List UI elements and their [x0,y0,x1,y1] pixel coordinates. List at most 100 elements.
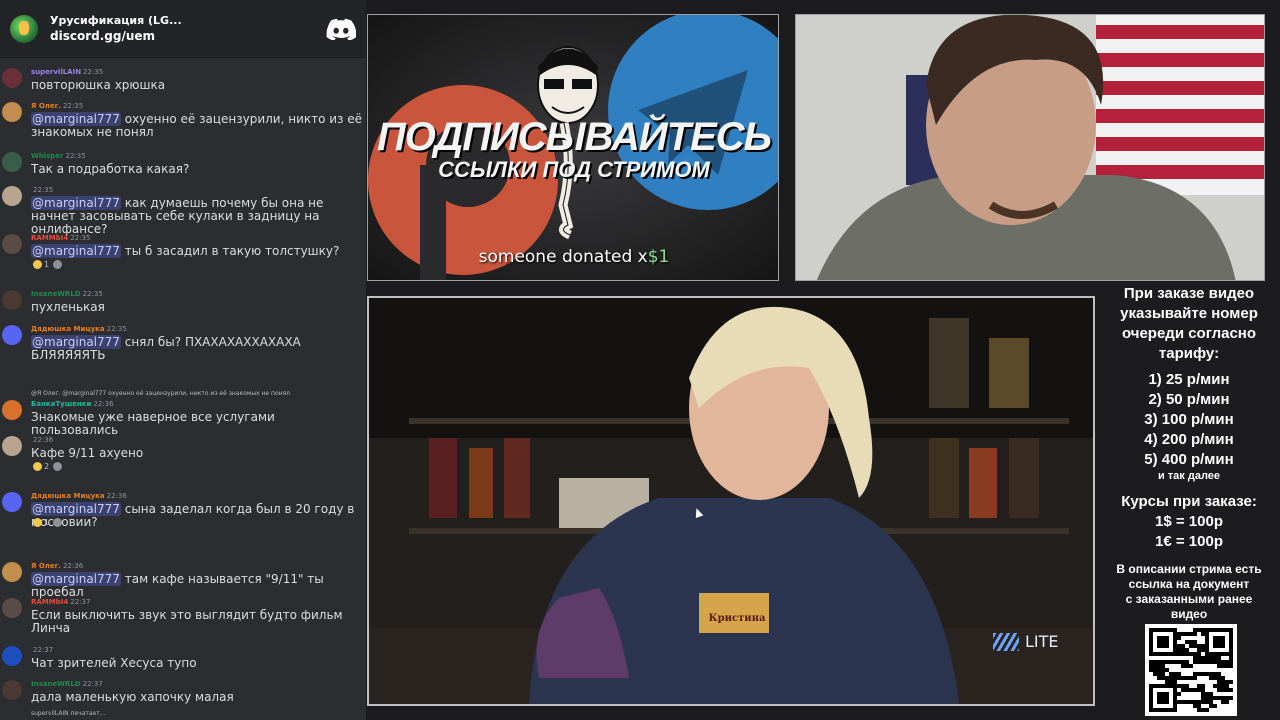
description-note: В описании стрима есть ссылка на докумен… [1100,562,1278,622]
message-body: повторюшка хрюшка [31,78,166,92]
order-intro: При заказе видео указывайте номер очеред… [1100,284,1278,364]
message-meta: 22:37 [31,646,53,655]
username[interactable]: RAMMbI4 [31,598,68,606]
chat-header: Урусификация (LG... discord.gg/uem [0,0,366,58]
username[interactable]: Дядюшка Мицука [31,492,105,500]
user-avatar[interactable] [2,400,22,420]
user-avatar[interactable] [2,598,22,618]
video-watermark: LITE [993,632,1059,651]
rates-title: Курсы при заказе: [1121,493,1257,510]
promo-headline: ПОДПИСЫВАЙТЕСЬ [376,115,772,159]
username[interactable]: Я Олег. [31,562,61,570]
timestamp: 22:37 [82,680,103,688]
qr-module [1229,708,1233,712]
user-avatar[interactable] [2,680,22,700]
note-line: ссылка на документ [1128,577,1250,591]
name-badge-text: Кристина [708,613,766,624]
reactions: 1 [33,260,63,269]
user-avatar[interactable] [2,186,22,206]
user-avatar[interactable] [2,152,22,172]
message-body: Если выключить звук это выглядит будто ф… [31,608,343,635]
tariff-item: 2) 50 р/мин [1148,391,1230,408]
reaction-chip[interactable] [53,462,63,471]
message-meta: RAMMbI4 22:37 [31,598,90,607]
promo-panel: ПОДПИСЫВАЙТЕСЬ ССЫЛКИ ПОД СТРИМОМ someon… [367,14,779,281]
message-body: Кафе 9/11 ахуено [31,446,144,460]
server-name: Урусификация (LG... [50,14,182,27]
message-meta: RAMMbI4 22:35 [31,234,90,243]
message-text: @marginal777 там кафе называется "9/11" … [31,572,363,599]
username[interactable]: Дядюшка Мицука [31,325,105,333]
tariff-item: 3) 100 р/мин [1144,411,1234,428]
qr-code[interactable] [1145,624,1237,716]
user-avatar[interactable] [2,325,22,345]
user-avatar[interactable] [2,492,22,512]
username[interactable]: Я Олег. [31,102,61,110]
username[interactable]: InsaneWRLD [31,290,81,298]
discord-logo-icon [326,18,357,41]
rate-item: 1€ = 100р [1155,533,1223,550]
user-avatar[interactable] [2,646,22,666]
timestamp: 22:36 [106,492,127,500]
message-meta: Whisper 22:35 [31,152,86,161]
message-text: @marginal777 сына заделал когда был в 20… [31,502,363,529]
discord-chat-overlay: Урусификация (LG... discord.gg/uem super… [0,0,366,720]
user-mention[interactable]: @marginal777 [31,335,121,349]
user-mention[interactable]: @marginal777 [31,502,121,516]
webcam-image [796,15,1264,280]
tariff-item: 4) 200 р/мин [1144,431,1234,448]
reaction-count: 2 [44,462,50,471]
timestamp: 22:35 [33,186,54,194]
reaction-chip[interactable]: 1 [33,518,49,527]
user-avatar[interactable] [2,436,22,456]
qr-code-grid [1149,628,1233,712]
message-text: @marginal777 как думаешь почему бы она н… [31,196,363,236]
timestamp: 22:36 [62,562,84,570]
user-mention[interactable]: @marginal777 [31,112,121,126]
timestamp: 22:36 [33,436,54,444]
username[interactable]: RAMMbI4 [31,234,68,242]
message-text: Кафе 9/11 ахуено [31,447,363,460]
message-text: пухленькая [31,301,363,314]
reactions: 1 [33,518,63,527]
reply-preview[interactable]: @Я Олег. @marginal777 охуенно её зацензу… [31,390,290,397]
donation-text: someone donated x [478,247,648,267]
tariff-item: 5) 400 р/мин [1144,451,1234,468]
username[interactable]: InsaneWRLD [31,680,81,688]
main-video-player[interactable]: Кристина LITE [367,296,1095,706]
server-avatar [10,14,38,43]
message-text: дала маленькую хапочку малая [31,691,363,704]
user-avatar[interactable] [2,68,22,88]
user-mention[interactable]: @marginal777 [31,196,121,210]
user-avatar[interactable] [2,562,22,582]
message-text: Если выключить звук это выглядит будто ф… [31,609,363,635]
reaction-chip[interactable]: 1 [33,260,49,269]
message-body: пухленькая [31,300,105,314]
user-avatar[interactable] [2,234,22,254]
emoji-icon [53,462,63,471]
reaction-chip[interactable] [53,518,63,527]
timestamp: 22:36 [93,400,114,408]
user-mention[interactable]: @marginal777 [31,244,121,258]
username[interactable]: Whisper [31,152,63,160]
tariff-more: и так далее [1157,470,1221,482]
timestamp: 22:35 [62,102,84,110]
user-avatar[interactable] [2,290,22,310]
message-text: Знакомые уже наверное все услугами польз… [31,411,363,437]
reaction-count: 1 [44,260,50,269]
message-meta: Я Олег. 22:36 [31,562,83,571]
username[interactable]: supervilLAIN [31,68,81,76]
lite-logo-icon [993,632,1019,651]
message-text: Так а подработка какая? [31,163,363,176]
reaction-chip[interactable] [53,260,63,269]
user-avatar[interactable] [2,102,22,122]
reaction-chip[interactable]: 2 [33,462,49,471]
order-info-panel: При заказе видео указывайте номер очеред… [1100,284,1278,622]
user-mention[interactable]: @marginal777 [31,572,121,586]
reaction-count: 1 [44,518,50,527]
message-text: @marginal777 охуенно её зацензурили, ник… [31,112,363,139]
server-invite-link[interactable]: discord.gg/uem [50,29,326,43]
username[interactable]: БанкаТушенки [31,400,91,408]
timestamp: 22:37 [70,598,91,606]
message-meta: InsaneWRLD 22:35 [31,290,103,299]
